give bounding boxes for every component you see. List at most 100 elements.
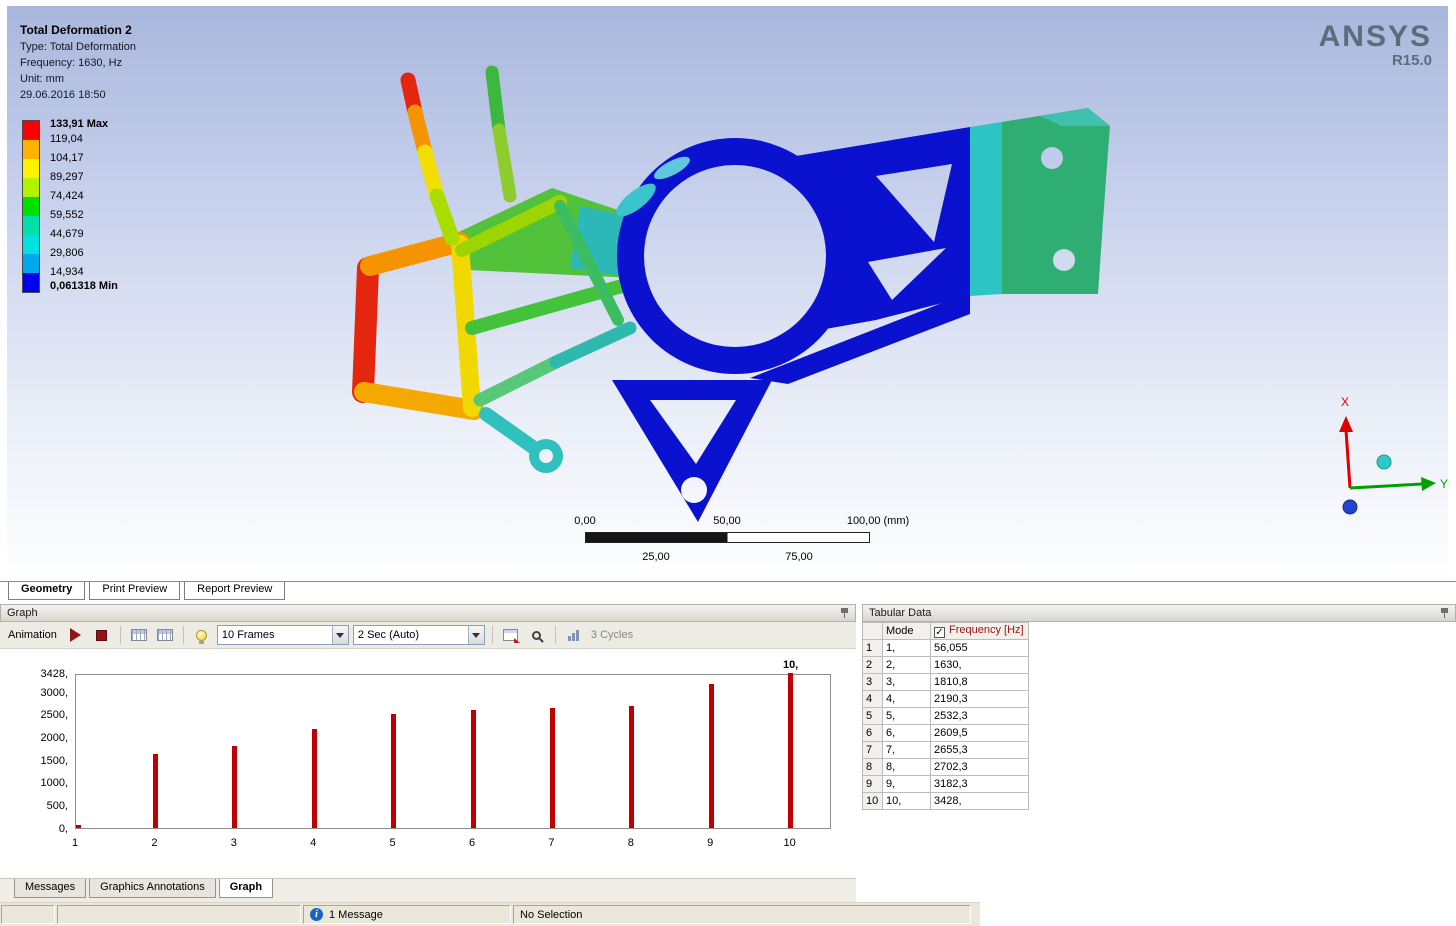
- chart-plot: 10,: [75, 659, 831, 829]
- frequency-cell: 2532,3: [930, 707, 1029, 725]
- chart-bar[interactable]: [708, 684, 714, 828]
- table-row[interactable]: 7 7, 2655,3: [862, 741, 1029, 759]
- triad-z-ball[interactable]: [1342, 499, 1358, 515]
- table-row[interactable]: 3 3, 1810,8: [862, 673, 1029, 691]
- export-video-button[interactable]: [500, 624, 522, 646]
- frame-histogram-icon: [130, 629, 147, 641]
- chart-bar[interactable]: [391, 713, 397, 828]
- update-animation-button[interactable]: [191, 624, 213, 646]
- stop-button[interactable]: [91, 624, 113, 646]
- legend-value: 59,552: [50, 209, 84, 221]
- table-row[interactable]: 5 5, 2532,3: [862, 707, 1029, 725]
- legend-band: [23, 121, 39, 140]
- pin-icon[interactable]: [840, 607, 849, 619]
- frames-dropdown[interactable]: 10 Frames: [216, 625, 349, 645]
- x-axis-tick-label: 3: [230, 837, 237, 849]
- result-frequency: Frequency: 1630, Hz: [20, 57, 123, 69]
- table-row[interactable]: 10 10, 3428,: [862, 792, 1029, 810]
- ruler-bar: [585, 532, 870, 543]
- row-number-cell[interactable]: 1: [862, 639, 883, 657]
- duration-dropdown[interactable]: 2 Sec (Auto): [352, 625, 485, 645]
- col-header-mode[interactable]: Mode: [882, 622, 931, 640]
- frequency-checkbox[interactable]: [934, 627, 945, 638]
- tabular-panel-title: Tabular Data: [869, 607, 932, 619]
- cycles-chart-icon: [568, 629, 580, 641]
- model-3d-view[interactable]: [320, 28, 1120, 538]
- x-axis-tick-label: 7: [548, 837, 555, 849]
- frequency-cell: 1810,8: [930, 673, 1029, 691]
- bottom-tab-label: Graphics Annotations: [100, 881, 205, 893]
- model-bottom-leg: [612, 380, 772, 522]
- view-tab-print-preview[interactable]: Print Preview: [89, 582, 181, 600]
- table-header-row: Mode Frequency [Hz]: [862, 622, 1029, 640]
- y-axis-tick-label: 2000,: [40, 732, 68, 745]
- table-row[interactable]: 9 9, 3182,3: [862, 775, 1029, 793]
- table-row[interactable]: 2 2, 1630,: [862, 656, 1029, 674]
- bottom-tab-graph[interactable]: Graph: [218, 879, 274, 898]
- bottom-tab-messages[interactable]: Messages: [14, 879, 87, 898]
- orientation-triad[interactable]: X Y: [1322, 388, 1452, 523]
- chevron-down-icon[interactable]: [467, 626, 484, 644]
- chevron-down-icon[interactable]: [331, 626, 348, 644]
- legend-value: 14,934: [50, 266, 84, 278]
- chart-bar[interactable]: [232, 746, 238, 828]
- chart-bar[interactable]: [76, 825, 81, 828]
- bottom-tab-label: Graph: [229, 881, 263, 893]
- chart-bar[interactable]: [311, 728, 317, 828]
- chart-bar[interactable]: [470, 710, 476, 828]
- frames-dropdown-value: 10 Frames: [221, 629, 275, 641]
- result-title: Total Deformation 2: [20, 23, 132, 37]
- col-header-frequency[interactable]: Frequency [Hz]: [930, 622, 1029, 640]
- table-row[interactable]: 8 8, 2702,3: [862, 758, 1029, 776]
- pin-icon[interactable]: [1440, 607, 1449, 619]
- result-sets-button[interactable]: [128, 624, 150, 646]
- row-number-cell[interactable]: 8: [862, 758, 883, 776]
- stop-icon: [96, 629, 108, 641]
- legend-value: 44,679: [50, 228, 84, 240]
- view-tab-geometry[interactable]: Geometry: [8, 582, 86, 600]
- table-row[interactable]: 1 1, 56,055: [862, 639, 1029, 657]
- y-axis-tick-label: 3428,: [40, 667, 68, 680]
- duration-dropdown-value: 2 Sec (Auto): [357, 629, 420, 641]
- cycles-button[interactable]: [563, 624, 585, 646]
- status-message-cell[interactable]: 1 Message: [303, 905, 511, 924]
- legend-band: [23, 273, 39, 292]
- result-annotation: Total Deformation 2 Type: Total Deformat…: [20, 22, 136, 103]
- row-number-cell[interactable]: 10: [862, 792, 883, 810]
- frequency-header-label: Frequency [Hz]: [949, 624, 1024, 636]
- y-axis-tick-label: 1500,: [40, 754, 68, 767]
- row-number-cell[interactable]: 3: [862, 673, 883, 691]
- frequency-cell: 2609,5: [930, 724, 1029, 742]
- row-number-cell[interactable]: 4: [862, 690, 883, 708]
- play-button[interactable]: [65, 624, 87, 646]
- ansys-logo-name: ANSYS: [1318, 20, 1432, 53]
- x-axis-tick-label: 8: [627, 837, 634, 849]
- ansys-logo-version: R15.0: [1391, 52, 1432, 69]
- view-tab-report-preview[interactable]: Report Preview: [184, 582, 286, 600]
- status-message: 1 Message: [329, 908, 383, 921]
- zoom-to-fit-button[interactable]: [526, 624, 548, 646]
- chart-bar[interactable]: [152, 754, 158, 828]
- triad-x-label: X: [1341, 395, 1349, 409]
- row-number-cell[interactable]: 9: [862, 775, 883, 793]
- triad-iso-ball[interactable]: [1376, 454, 1392, 470]
- table-row[interactable]: 6 6, 2609,5: [862, 724, 1029, 742]
- animation-label: Animation: [8, 629, 57, 641]
- chart-bar[interactable]: [549, 707, 555, 828]
- y-axis-tick-label: 1000,: [40, 777, 68, 790]
- chart-bar[interactable]: [629, 705, 635, 828]
- row-number-cell[interactable]: 5: [862, 707, 883, 725]
- time-range-button[interactable]: [154, 624, 176, 646]
- bottom-tab-graphics-annotations[interactable]: Graphics Annotations: [89, 879, 216, 898]
- table-row[interactable]: 4 4, 2190,3: [862, 690, 1029, 708]
- row-number-cell[interactable]: 2: [862, 656, 883, 674]
- tabular-panel-header: Tabular Data: [862, 604, 1456, 622]
- result-type: Type: Total Deformation: [20, 41, 136, 53]
- row-number-cell[interactable]: 6: [862, 724, 883, 742]
- ruler-top-labels: 0,00 50,00 100,00 (mm): [574, 515, 909, 528]
- legend-band: [23, 197, 39, 216]
- row-number-cell[interactable]: 7: [862, 741, 883, 759]
- legend-band: [23, 178, 39, 197]
- chart-bar[interactable]: [788, 673, 794, 828]
- viewport-3d[interactable]: Total Deformation 2 Type: Total Deformat…: [0, 0, 1456, 581]
